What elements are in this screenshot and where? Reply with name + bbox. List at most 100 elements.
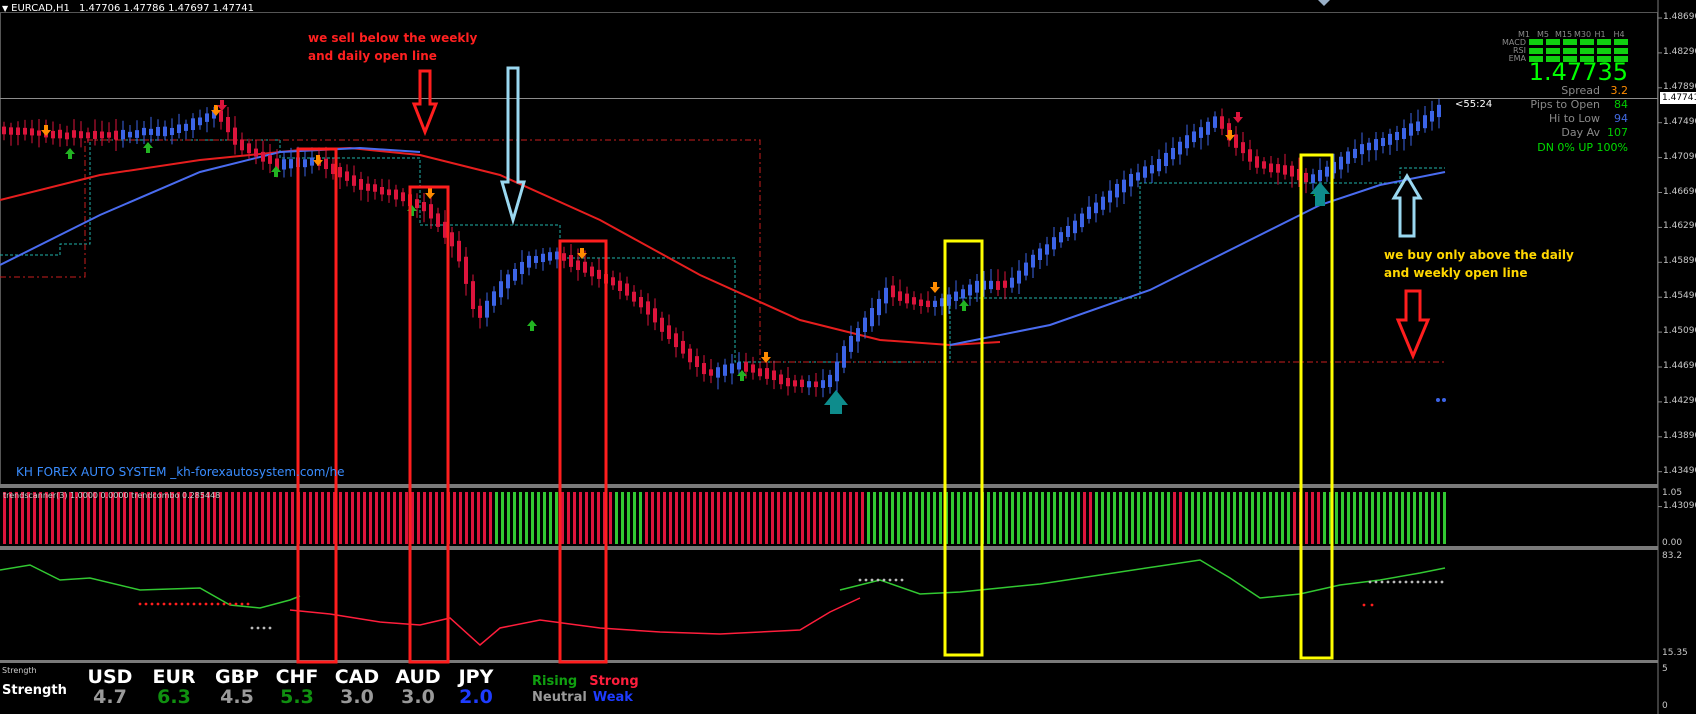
candle-body xyxy=(310,157,314,166)
histogram-bar xyxy=(855,492,858,544)
legend-weak: Weak xyxy=(592,690,633,705)
candle-body xyxy=(226,117,230,133)
histogram-bar xyxy=(1101,492,1104,544)
candle-body xyxy=(940,298,944,307)
info-row-label: Pips to Open xyxy=(1530,98,1600,111)
oscillator-lines xyxy=(0,559,1446,646)
oscillator-dot xyxy=(268,626,272,630)
histogram-bar xyxy=(723,492,726,544)
candle-body xyxy=(457,240,461,262)
candle-body xyxy=(1108,190,1112,203)
candle-body xyxy=(1325,166,1329,177)
dot-marker xyxy=(1436,398,1440,402)
candle-body xyxy=(499,281,503,298)
indicator-status-cell xyxy=(1563,47,1577,54)
candle-body xyxy=(1304,172,1308,183)
dot-marker xyxy=(1442,398,1446,402)
candle-body xyxy=(163,126,167,137)
histogram-bar xyxy=(285,492,288,544)
histogram-bar xyxy=(1107,492,1110,544)
candle-body xyxy=(555,251,559,260)
blue-down-arrow xyxy=(500,66,526,226)
histogram-bar xyxy=(567,492,570,544)
histogram-bar xyxy=(591,492,594,544)
histogram-bar xyxy=(555,492,558,544)
oscillator-line xyxy=(289,597,861,646)
oscillator-line xyxy=(839,559,1446,599)
price-axis-label: 1.46690 xyxy=(1663,186,1696,197)
candle-body xyxy=(1143,166,1147,178)
candle-body xyxy=(653,308,657,323)
candle-body xyxy=(415,199,419,209)
legend-neutral: Neutral xyxy=(532,690,587,705)
buy-annotation: we buy only above the daily and weekly o… xyxy=(1384,246,1574,282)
panel-separator xyxy=(0,484,1658,488)
currency-name: GBP xyxy=(214,666,259,688)
dropdown-triangle-icon[interactable]: ▼ xyxy=(2,4,8,13)
currency-name: CAD xyxy=(334,666,380,688)
histogram-bar xyxy=(231,492,234,544)
candle-body xyxy=(863,317,867,333)
candle-body xyxy=(639,297,643,308)
histogram-bar xyxy=(483,492,486,544)
histogram-bar xyxy=(225,492,228,544)
candle-body xyxy=(86,132,90,139)
histogram-bar xyxy=(1155,492,1158,544)
indicator-status-cell xyxy=(1546,39,1560,45)
histogram-bar xyxy=(1137,492,1140,544)
candle-body xyxy=(702,363,706,375)
candle-body xyxy=(527,255,531,268)
oscillator-dot xyxy=(1380,580,1384,584)
histogram-bar xyxy=(1209,492,1212,544)
histogram-bar xyxy=(915,492,918,544)
chart-canvas[interactable] xyxy=(0,0,1696,714)
candle-body xyxy=(142,127,146,136)
oscillator-dot xyxy=(162,602,166,606)
histogram-bar xyxy=(1041,492,1044,544)
info-row: Day Av 107 xyxy=(1480,126,1628,140)
histogram-bar xyxy=(237,492,240,544)
histogram-bar xyxy=(903,492,906,544)
candle-body xyxy=(114,130,118,140)
histogram-bar xyxy=(501,492,504,544)
yellow-highlight-box xyxy=(1299,153,1334,660)
candle-body xyxy=(135,130,139,138)
histogram-bar xyxy=(531,492,534,544)
histogram-bar xyxy=(1287,492,1290,544)
candle-body xyxy=(618,280,622,291)
candle-body xyxy=(65,132,69,140)
candle-body xyxy=(1388,133,1392,145)
histogram-bar xyxy=(741,492,744,544)
price-axis-label: 1.48290 xyxy=(1663,46,1696,57)
histogram-bar xyxy=(1215,492,1218,544)
histogram-bar xyxy=(795,492,798,544)
histogram-bar xyxy=(441,492,444,544)
red-highlight-box xyxy=(408,185,450,664)
candle-body xyxy=(541,253,545,263)
candle-body xyxy=(926,300,930,308)
histogram-bar xyxy=(1047,492,1050,544)
candle-body xyxy=(464,256,468,284)
oscillator-dot xyxy=(138,602,142,606)
histogram-bar xyxy=(537,492,540,544)
histogram-bar xyxy=(1119,492,1122,544)
info-row-label: Day Av xyxy=(1561,126,1600,139)
histogram-bar xyxy=(843,492,846,544)
histogram-bar xyxy=(519,492,522,544)
histogram-bar xyxy=(1365,492,1368,544)
histogram-bar xyxy=(255,492,258,544)
indicator-labels: MACD RSI EMA xyxy=(1502,39,1526,63)
histogram-bar xyxy=(249,492,252,544)
histogram-bar xyxy=(1401,492,1404,544)
histogram-bar xyxy=(891,492,894,544)
candle-body xyxy=(366,183,370,191)
candle-body xyxy=(758,368,762,377)
price-axis-label: 1.44690 xyxy=(1663,361,1696,371)
histogram-bar xyxy=(1359,492,1362,544)
scroll-chevron-icon[interactable] xyxy=(1318,0,1330,6)
candle-body xyxy=(1115,183,1119,198)
candle-body xyxy=(814,381,818,388)
histogram-bar xyxy=(1245,492,1248,544)
histogram-bar xyxy=(495,492,498,544)
oscillator-dot xyxy=(192,602,196,606)
